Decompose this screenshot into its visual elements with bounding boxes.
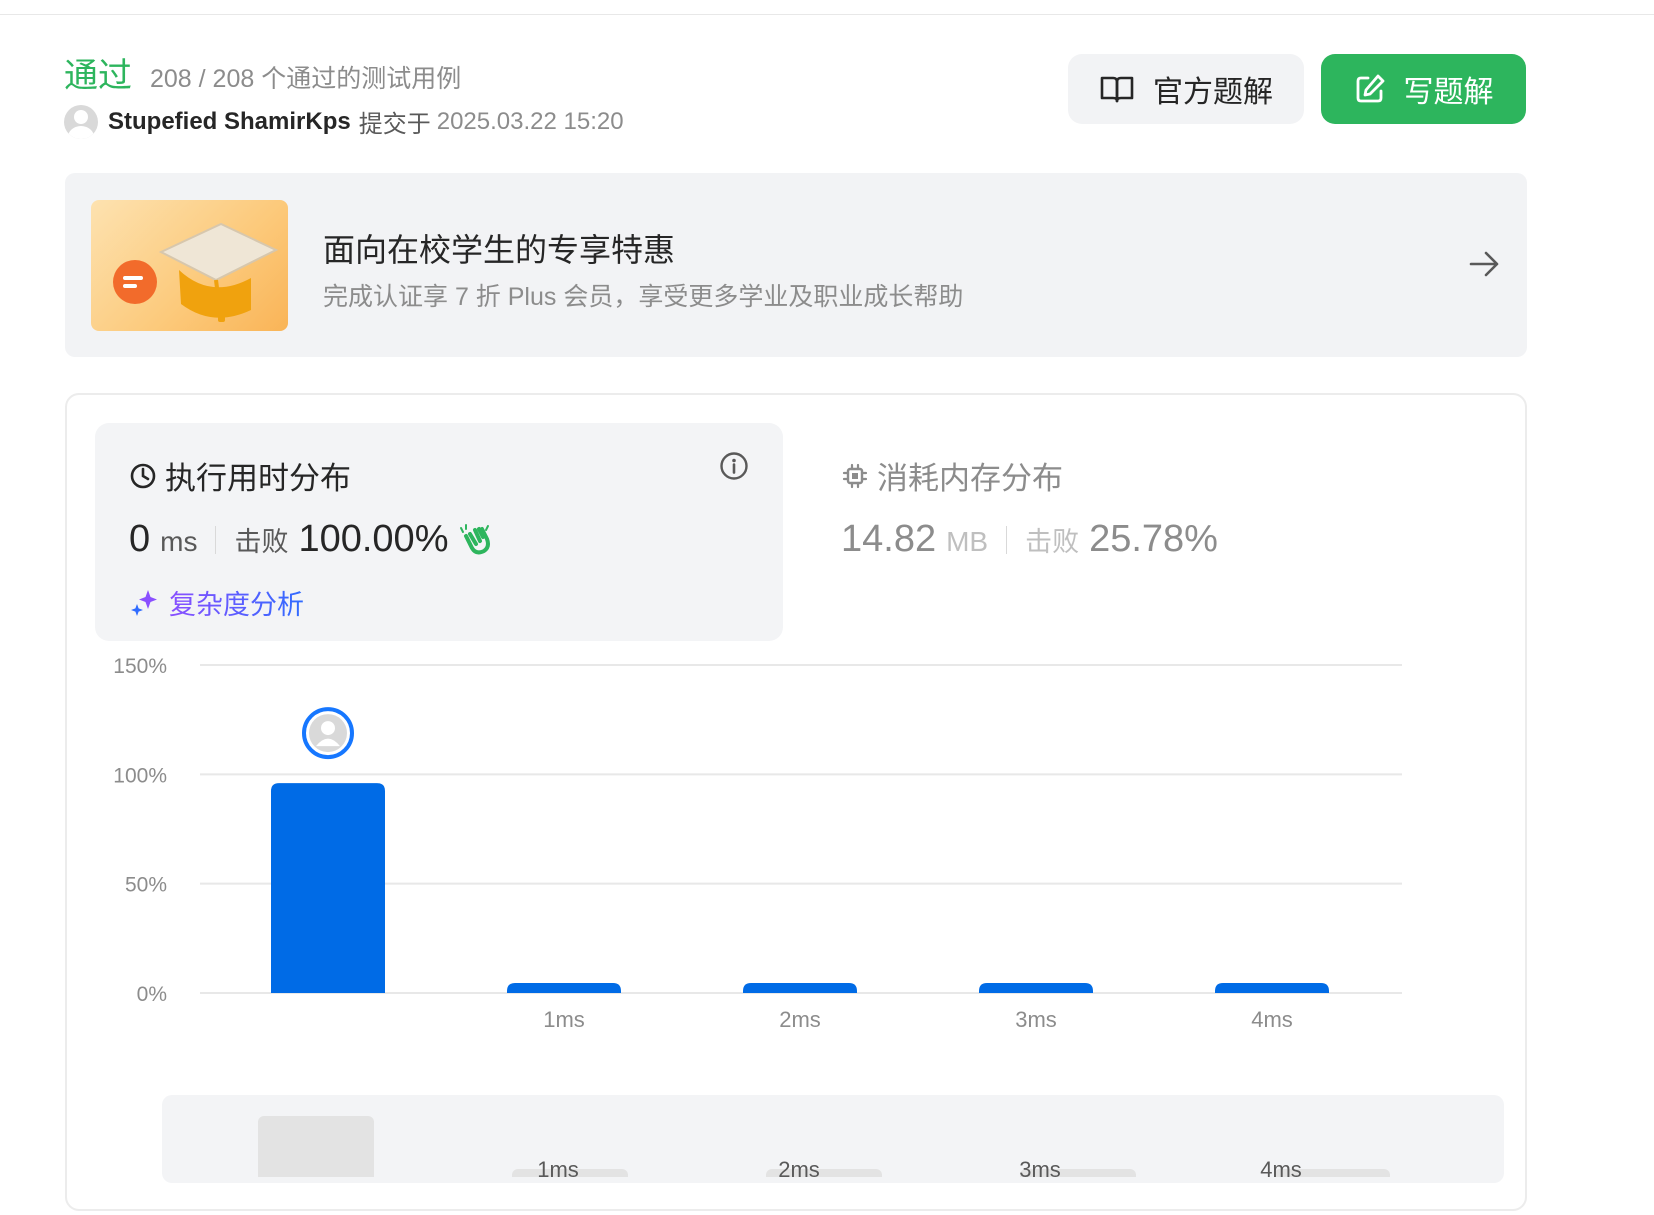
runtime-title-text: 执行用时分布 xyxy=(165,461,351,496)
graduation-cap-image xyxy=(91,200,288,331)
status-row: 通过 208 / 208 个通过的测试用例 xyxy=(64,48,461,97)
arrow-right-icon[interactable] xyxy=(1467,247,1501,281)
x-tick-label: 3ms xyxy=(1015,1007,1057,1032)
info-icon[interactable] xyxy=(719,451,749,481)
bar xyxy=(743,983,857,993)
avatar[interactable] xyxy=(64,104,98,139)
memory-beats-percent: 25.78% xyxy=(1089,518,1218,560)
write-solution-button[interactable]: 写题解 xyxy=(1321,54,1526,124)
memory-title-text: 消耗内存分布 xyxy=(877,461,1063,496)
promo-title: 面向在校学生的专享特惠 xyxy=(323,232,676,268)
metric-divider xyxy=(215,525,217,554)
clock-icon xyxy=(130,463,156,488)
memory-value: 14.82 xyxy=(841,518,937,560)
runtime-panel[interactable]: 执行用时分布 0 ms 击败 100.00% 复杂度分析 xyxy=(95,423,783,641)
chart-overview-brush[interactable]: 1ms 2ms 3ms 4ms xyxy=(162,1095,1504,1183)
x-tick-label: 4ms xyxy=(1251,1007,1293,1032)
sparkle-icon xyxy=(131,589,157,616)
bar xyxy=(979,983,1093,993)
x-tick-label: 1ms xyxy=(543,1007,585,1032)
memory-metric: 14.82 MB 击败 25.78% xyxy=(841,518,1218,561)
runtime-metric: 0 ms 击败 100.00% xyxy=(129,518,492,561)
memory-title: 消耗内存分布 xyxy=(841,453,1063,498)
runtime-title: 执行用时分布 xyxy=(129,453,351,498)
runtime-beats-percent: 100.00% xyxy=(298,518,449,560)
promo-subtitle: 完成认证享 7 折 Plus 会员，享受更多学业及职业成长帮助 xyxy=(323,283,964,311)
bar xyxy=(1215,983,1329,993)
bar xyxy=(271,783,385,993)
y-tick-label: 150% xyxy=(113,655,167,678)
runtime-unit: ms xyxy=(160,526,198,557)
mini-x-label: 4ms xyxy=(1260,1157,1302,1182)
student-promo-banner[interactable]: 面向在校学生的专享特惠 完成认证享 7 折 Plus 会员，享受更多学业及职业成… xyxy=(65,173,1527,357)
mini-x-label: 3ms xyxy=(1019,1157,1061,1182)
clap-icon xyxy=(460,523,491,554)
official-solution-label: 官方题解 xyxy=(1153,76,1273,109)
book-icon xyxy=(1100,76,1134,103)
mini-x-label: 2ms xyxy=(778,1157,820,1182)
metric-divider xyxy=(1006,525,1008,554)
user-row: Stupefied ShamirKps 提交于 2025.03.22 15:20 xyxy=(64,104,624,139)
edit-icon xyxy=(1356,74,1384,103)
runtime-distribution-chart[interactable]: 0% 50% 100% 150% 1ms 2ms 3ms 4ms xyxy=(67,645,1525,1075)
complexity-label: 复杂度分析 xyxy=(169,583,304,622)
bar xyxy=(507,983,621,993)
complexity-analysis-link[interactable]: 复杂度分析 xyxy=(129,583,304,622)
submission-header: 通过 208 / 208 个通过的测试用例 Stupefied ShamirKp… xyxy=(64,48,1530,139)
y-tick-label: 50% xyxy=(125,874,167,897)
y-tick-label: 100% xyxy=(113,764,167,787)
mini-bar xyxy=(258,1116,374,1177)
memory-panel[interactable]: 消耗内存分布 14.82 MB 击败 25.78% xyxy=(807,423,1495,641)
memory-unit: MB xyxy=(946,526,989,557)
username[interactable]: Stupefied ShamirKps xyxy=(108,108,351,136)
runtime-beats-label: 击败 xyxy=(234,527,289,557)
top-divider xyxy=(0,14,1654,15)
runtime-value: 0 xyxy=(129,518,151,560)
stats-card: 执行用时分布 0 ms 击败 100.00% 复杂度分析 消耗内存分布 14.8… xyxy=(65,393,1527,1211)
avatar-head xyxy=(321,721,335,736)
memory-beats-label: 击败 xyxy=(1025,527,1080,557)
submitted-label: 提交于 xyxy=(358,111,431,138)
mini-x-label: 1ms xyxy=(537,1157,579,1182)
testcases-count: 208 / 208 个通过的测试用例 xyxy=(150,65,462,93)
write-solution-label: 写题解 xyxy=(1403,76,1494,109)
official-solution-button[interactable]: 官方题解 xyxy=(1068,54,1304,124)
y-tick-label: 0% xyxy=(137,983,167,1006)
chip-icon xyxy=(842,463,868,488)
status-label: 通过 xyxy=(64,57,132,95)
x-tick-label: 2ms xyxy=(779,1007,821,1032)
submit-time: 2025.03.22 15:20 xyxy=(436,107,624,135)
